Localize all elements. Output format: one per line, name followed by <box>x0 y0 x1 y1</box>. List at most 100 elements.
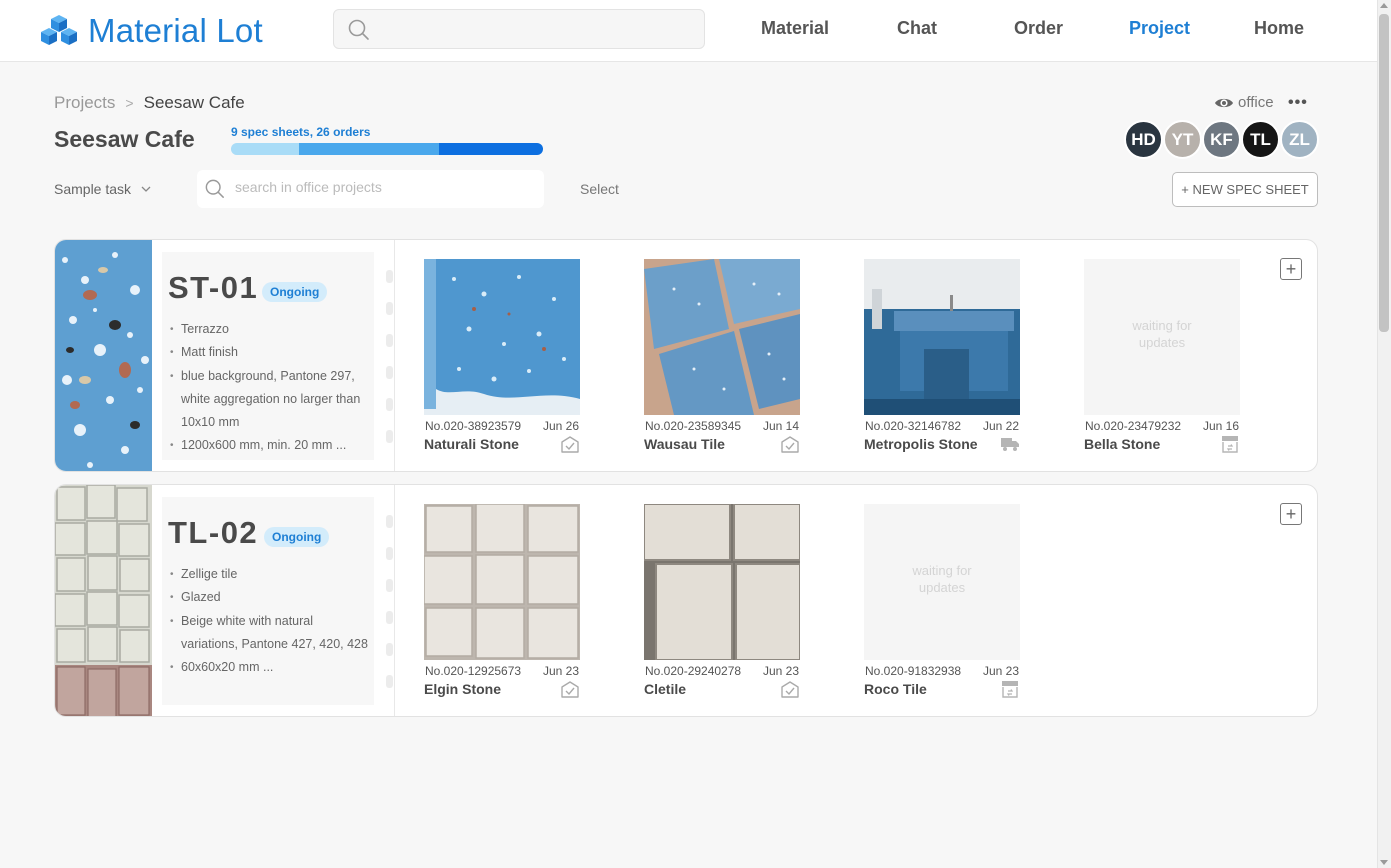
material-item[interactable]: No.020-12925673 Jun 23 Elgin Stone <box>424 504 580 704</box>
nav-order[interactable]: Order <box>1014 18 1063 39</box>
spec-details-list: Terrazzo Matt finish blue background, Pa… <box>170 318 370 458</box>
sample-task-dropdown[interactable]: Sample task <box>54 181 151 197</box>
material-thumbnail <box>644 504 800 660</box>
list-item: 1200x600 mm, min. 20 mm ... <box>170 434 370 458</box>
item-date: Jun 16 <box>1202 419 1239 433</box>
add-item-button[interactable]: + <box>1280 503 1302 525</box>
zellige-swatch-image <box>55 485 152 716</box>
nav-home[interactable]: Home <box>1254 18 1304 39</box>
approved-icon <box>781 681 799 698</box>
avatar[interactable]: YT <box>1163 120 1202 159</box>
item-number: No.020-91832938 <box>865 664 962 678</box>
material-item[interactable]: No.020-32146782 Jun 22 Metropolis Stone <box>864 259 1020 459</box>
spec-code: ST-01 <box>168 270 259 305</box>
spec-info-panel: TL-02 Ongoing Zellige tile Glazed Beige … <box>162 497 374 705</box>
material-thumbnail <box>424 259 580 415</box>
eye-icon <box>1215 98 1233 107</box>
supplier-name: Metropolis Stone <box>864 436 978 452</box>
item-number: No.020-23479232 <box>1085 419 1182 433</box>
project-progress-bar <box>231 143 543 155</box>
item-date: Jun 23 <box>542 664 579 678</box>
pending-thumbnail: waiting for updates <box>864 504 1020 660</box>
cube-logo-icon <box>41 15 77 45</box>
select-button[interactable]: Select <box>580 181 619 197</box>
breadcrumb-separator: > <box>125 95 134 111</box>
visibility-toggle[interactable]: office <box>1214 94 1274 111</box>
avatar[interactable]: ZL <box>1280 120 1319 159</box>
scrollbar-thumb[interactable] <box>1379 14 1389 332</box>
avatar[interactable]: TL <box>1241 120 1280 159</box>
spec-card-st-01[interactable]: ST-01 Ongoing Terrazzo Matt finish blue … <box>54 239 1318 472</box>
more-options-icon[interactable]: ••• <box>1288 94 1308 112</box>
material-item[interactable]: waiting for updates No.020-23479232 Jun … <box>1084 259 1240 459</box>
material-item[interactable]: No.020-29240278 Jun 23 Cletile <box>644 504 800 704</box>
material-item[interactable]: No.020-38923579 Jun 26 Naturali Stone <box>424 259 580 459</box>
spec-code: TL-02 <box>168 515 259 550</box>
breadcrumb-current: Seesaw Cafe <box>143 93 245 112</box>
item-number: No.020-12925673 <box>425 664 522 678</box>
supplier-name: Roco Tile <box>864 681 927 697</box>
item-date: Jun 22 <box>982 419 1019 433</box>
search-icon <box>205 179 224 198</box>
nav-material[interactable]: Material <box>761 18 829 39</box>
material-thumbnail <box>644 259 800 415</box>
supplier-name: Naturali Stone <box>424 436 519 452</box>
supplier-name: Bella Stone <box>1084 436 1161 452</box>
waiting-label: waiting for updates <box>1132 318 1192 350</box>
pending-thumbnail: waiting for updates <box>1084 259 1240 415</box>
list-item: 60x60x20 mm ... <box>170 656 370 680</box>
list-item: Zellige tile <box>170 563 370 587</box>
waiting-label: waiting for updates <box>912 563 972 595</box>
list-item: Beige white with natural variations, Pan… <box>170 610 370 657</box>
breadcrumb-projects-link[interactable]: Projects <box>54 93 115 113</box>
project-search <box>197 170 544 208</box>
supplier-name: Wausau Tile <box>644 436 725 452</box>
brand-name: Material Lot <box>88 12 263 49</box>
new-spec-sheet-button[interactable]: + NEW SPEC SHEET <box>1172 172 1318 207</box>
progress-label: 9 spec sheets, 26 orders <box>231 125 371 139</box>
terrazzo-swatch-image <box>55 240 152 471</box>
chevron-down-icon <box>141 186 151 192</box>
project-search-input[interactable] <box>235 179 525 195</box>
brand-logo[interactable]: Material Lot <box>40 12 263 50</box>
scroll-down-arrow-icon[interactable] <box>1380 860 1388 865</box>
list-item: Terrazzo <box>170 318 370 342</box>
avatar[interactable]: KF <box>1202 120 1241 159</box>
item-number: No.020-23589345 <box>645 419 742 433</box>
approved-icon <box>561 681 579 698</box>
material-thumbnail <box>864 259 1020 415</box>
approved-icon <box>781 436 799 453</box>
nav-project[interactable]: Project <box>1129 18 1190 39</box>
scroll-up-arrow-icon[interactable] <box>1380 3 1388 8</box>
page-scrollbar[interactable] <box>1377 0 1391 868</box>
item-date: Jun 14 <box>762 419 799 433</box>
supplier-name: Cletile <box>644 681 687 697</box>
material-item[interactable]: No.020-23589345 Jun 14 Wausau Tile <box>644 259 800 459</box>
nav-chat[interactable]: Chat <box>897 18 937 39</box>
item-date: Jun 23 <box>762 664 799 678</box>
list-item: Glazed <box>170 586 370 610</box>
member-avatars: HD YT KF TL ZL <box>1124 120 1319 159</box>
truck-icon <box>1001 438 1019 451</box>
material-thumbnail <box>424 504 580 660</box>
global-search-input[interactable] <box>333 9 705 49</box>
approved-icon <box>561 436 579 453</box>
material-item[interactable]: waiting for updates No.020-91832938 Jun … <box>864 504 1020 704</box>
spec-card-tl-02[interactable]: TL-02 Ongoing Zellige tile Glazed Beige … <box>54 484 1318 717</box>
item-date: Jun 26 <box>542 419 579 433</box>
item-date: Jun 23 <box>982 664 1019 678</box>
shop-icon <box>1222 436 1238 453</box>
perforation-divider <box>386 240 396 471</box>
perforation-divider <box>386 485 396 716</box>
breadcrumb: Projects > Seesaw Cafe <box>54 93 245 113</box>
list-item: blue background, Pantone 297, white aggr… <box>170 365 370 435</box>
top-navigation-bar: Material Lot Material Chat Order Project… <box>0 0 1391 62</box>
item-number: No.020-38923579 <box>425 419 522 433</box>
list-item: Matt finish <box>170 341 370 365</box>
supplier-name: Elgin Stone <box>424 681 501 697</box>
sample-task-label: Sample task <box>54 181 132 197</box>
item-number: No.020-32146782 <box>865 419 962 433</box>
spec-info-panel: ST-01 Ongoing Terrazzo Matt finish blue … <box>162 252 374 460</box>
avatar[interactable]: HD <box>1124 120 1163 159</box>
add-item-button[interactable]: + <box>1280 258 1302 280</box>
